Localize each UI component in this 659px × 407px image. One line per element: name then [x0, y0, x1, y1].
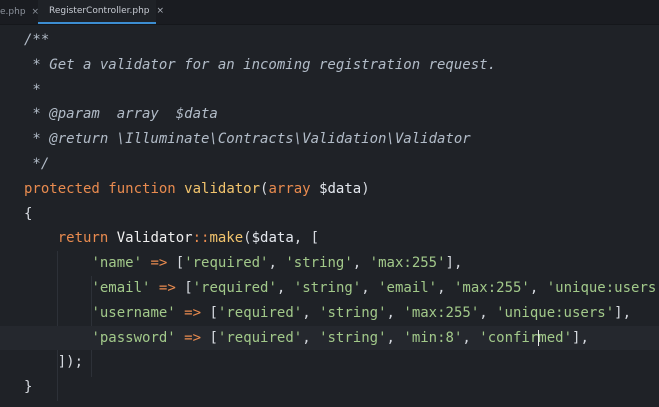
- doc-comment: * Get a validator for an incoming regist…: [24, 56, 497, 73]
- doc-comment: */: [24, 155, 50, 172]
- tab-label: e.php: [0, 7, 26, 17]
- variable: $data: [319, 180, 362, 197]
- punctuation: [: [184, 279, 193, 296]
- operator: ::: [192, 230, 210, 247]
- punctuation: ,: [622, 304, 632, 321]
- operator: =>: [158, 279, 176, 296]
- function-name: make: [209, 230, 244, 247]
- tab-register-controller[interactable]: RegisterController.php ×: [38, 0, 164, 24]
- punctuation: (: [243, 230, 252, 247]
- string-literal: 'required': [184, 255, 269, 272]
- punctuation: [: [175, 255, 185, 272]
- punctuation: ,: [293, 230, 303, 247]
- punctuation: [: [209, 304, 218, 321]
- punctuation: {: [24, 205, 33, 222]
- string-literal: 'max:255': [403, 304, 480, 321]
- operator: =>: [184, 304, 202, 321]
- string-literal: 'required': [217, 329, 303, 346]
- punctuation: [: [310, 230, 320, 247]
- string-literal: 'password': [91, 329, 176, 346]
- variable: $data: [251, 230, 294, 247]
- code-area[interactable]: /** * Get a validator for an incoming re…: [0, 28, 659, 401]
- keyword: return: [57, 230, 109, 247]
- string-literal: 'unique:users': [496, 304, 615, 321]
- code-line[interactable]: {: [0, 202, 659, 227]
- string-literal: 'email': [91, 279, 151, 296]
- code-line[interactable]: }: [0, 375, 659, 400]
- doc-comment: /**: [24, 32, 50, 48]
- string-literal: 'email': [378, 279, 438, 296]
- punctuation: ,: [386, 329, 395, 346]
- doc-comment: * @return \Illuminate\Contracts\Validati…: [24, 131, 471, 148]
- string-literal: 'string': [293, 279, 362, 296]
- operator: =>: [184, 329, 202, 346]
- operator: =>: [150, 255, 168, 272]
- string-literal: 'max:255': [454, 279, 530, 296]
- punctuation: ,: [529, 279, 539, 296]
- keyword: protected: [24, 180, 100, 197]
- string-literal: 'string': [285, 255, 353, 272]
- string-literal: 'required': [217, 304, 303, 321]
- code-line[interactable]: /**: [0, 28, 659, 53]
- punctuation: ;: [74, 354, 84, 371]
- code-line[interactable]: * Get a validator for an incoming regist…: [0, 53, 659, 78]
- string-literal: 'confir: [479, 329, 539, 346]
- tab-bar: e.php × RegisterController.php ×: [0, 0, 659, 25]
- string-literal: 'max:255': [369, 255, 446, 272]
- punctuation: ,: [462, 329, 471, 346]
- punctuation: }: [24, 379, 33, 396]
- code-editor[interactable]: e.php × RegisterController.php × /** * G…: [0, 0, 659, 407]
- punctuation: ): [361, 180, 370, 197]
- string-literal: med': [538, 329, 573, 346]
- string-literal: 'string': [319, 304, 387, 321]
- string-literal: 'name': [91, 255, 143, 272]
- code-line[interactable]: * @return \Illuminate\Contracts\Validati…: [0, 127, 659, 152]
- function-name: validator: [184, 180, 261, 197]
- punctuation: ): [66, 354, 75, 371]
- punctuation: ,: [361, 279, 370, 296]
- code-line[interactable]: 'password' => ['required', 'string', 'mi…: [0, 325, 659, 351]
- code-line[interactable]: */: [0, 152, 659, 177]
- punctuation: ]: [57, 354, 67, 371]
- code-line[interactable]: 'name' => ['required', 'string', 'max:25…: [0, 251, 659, 276]
- punctuation: ,: [453, 255, 463, 272]
- code-line[interactable]: ]);: [0, 350, 659, 375]
- doc-comment: *: [24, 81, 41, 98]
- punctuation: ,: [302, 329, 311, 346]
- code-line[interactable]: * @param array $data: [0, 102, 659, 127]
- code-line[interactable]: 'username' => ['required', 'string', 'ma…: [0, 301, 659, 326]
- punctuation: ,: [302, 304, 311, 321]
- punctuation: ]: [614, 304, 623, 321]
- string-literal: 'required': [192, 279, 277, 296]
- keyword: function: [108, 180, 176, 197]
- punctuation: ,: [437, 279, 446, 296]
- code-line[interactable]: *: [0, 78, 659, 103]
- close-icon[interactable]: ×: [157, 6, 165, 16]
- punctuation: ,: [386, 304, 395, 321]
- tab-label: RegisterController.php: [49, 6, 150, 16]
- punctuation: ,: [352, 255, 362, 272]
- punctuation: ,: [268, 255, 277, 272]
- code-line[interactable]: protected function validator(array $data…: [0, 177, 659, 202]
- string-literal: 'min:8': [403, 329, 463, 346]
- code-line[interactable]: return Validator::make($data, [: [0, 226, 659, 251]
- punctuation: ,: [276, 279, 286, 296]
- punctuation: [: [209, 329, 218, 346]
- string-literal: 'username': [91, 304, 176, 321]
- punctuation: ]: [445, 255, 454, 272]
- tab-previous-file[interactable]: e.php ×: [0, 0, 39, 24]
- identifier: Validator: [116, 230, 193, 247]
- code-line[interactable]: 'email' => ['required', 'string', 'email…: [0, 276, 659, 301]
- punctuation: ,: [580, 329, 589, 346]
- keyword: array: [268, 180, 311, 197]
- doc-comment: * @param array $data: [24, 106, 218, 123]
- punctuation: ,: [479, 304, 488, 321]
- string-literal: 'string': [319, 329, 387, 346]
- string-literal: 'unique:users': [546, 279, 659, 296]
